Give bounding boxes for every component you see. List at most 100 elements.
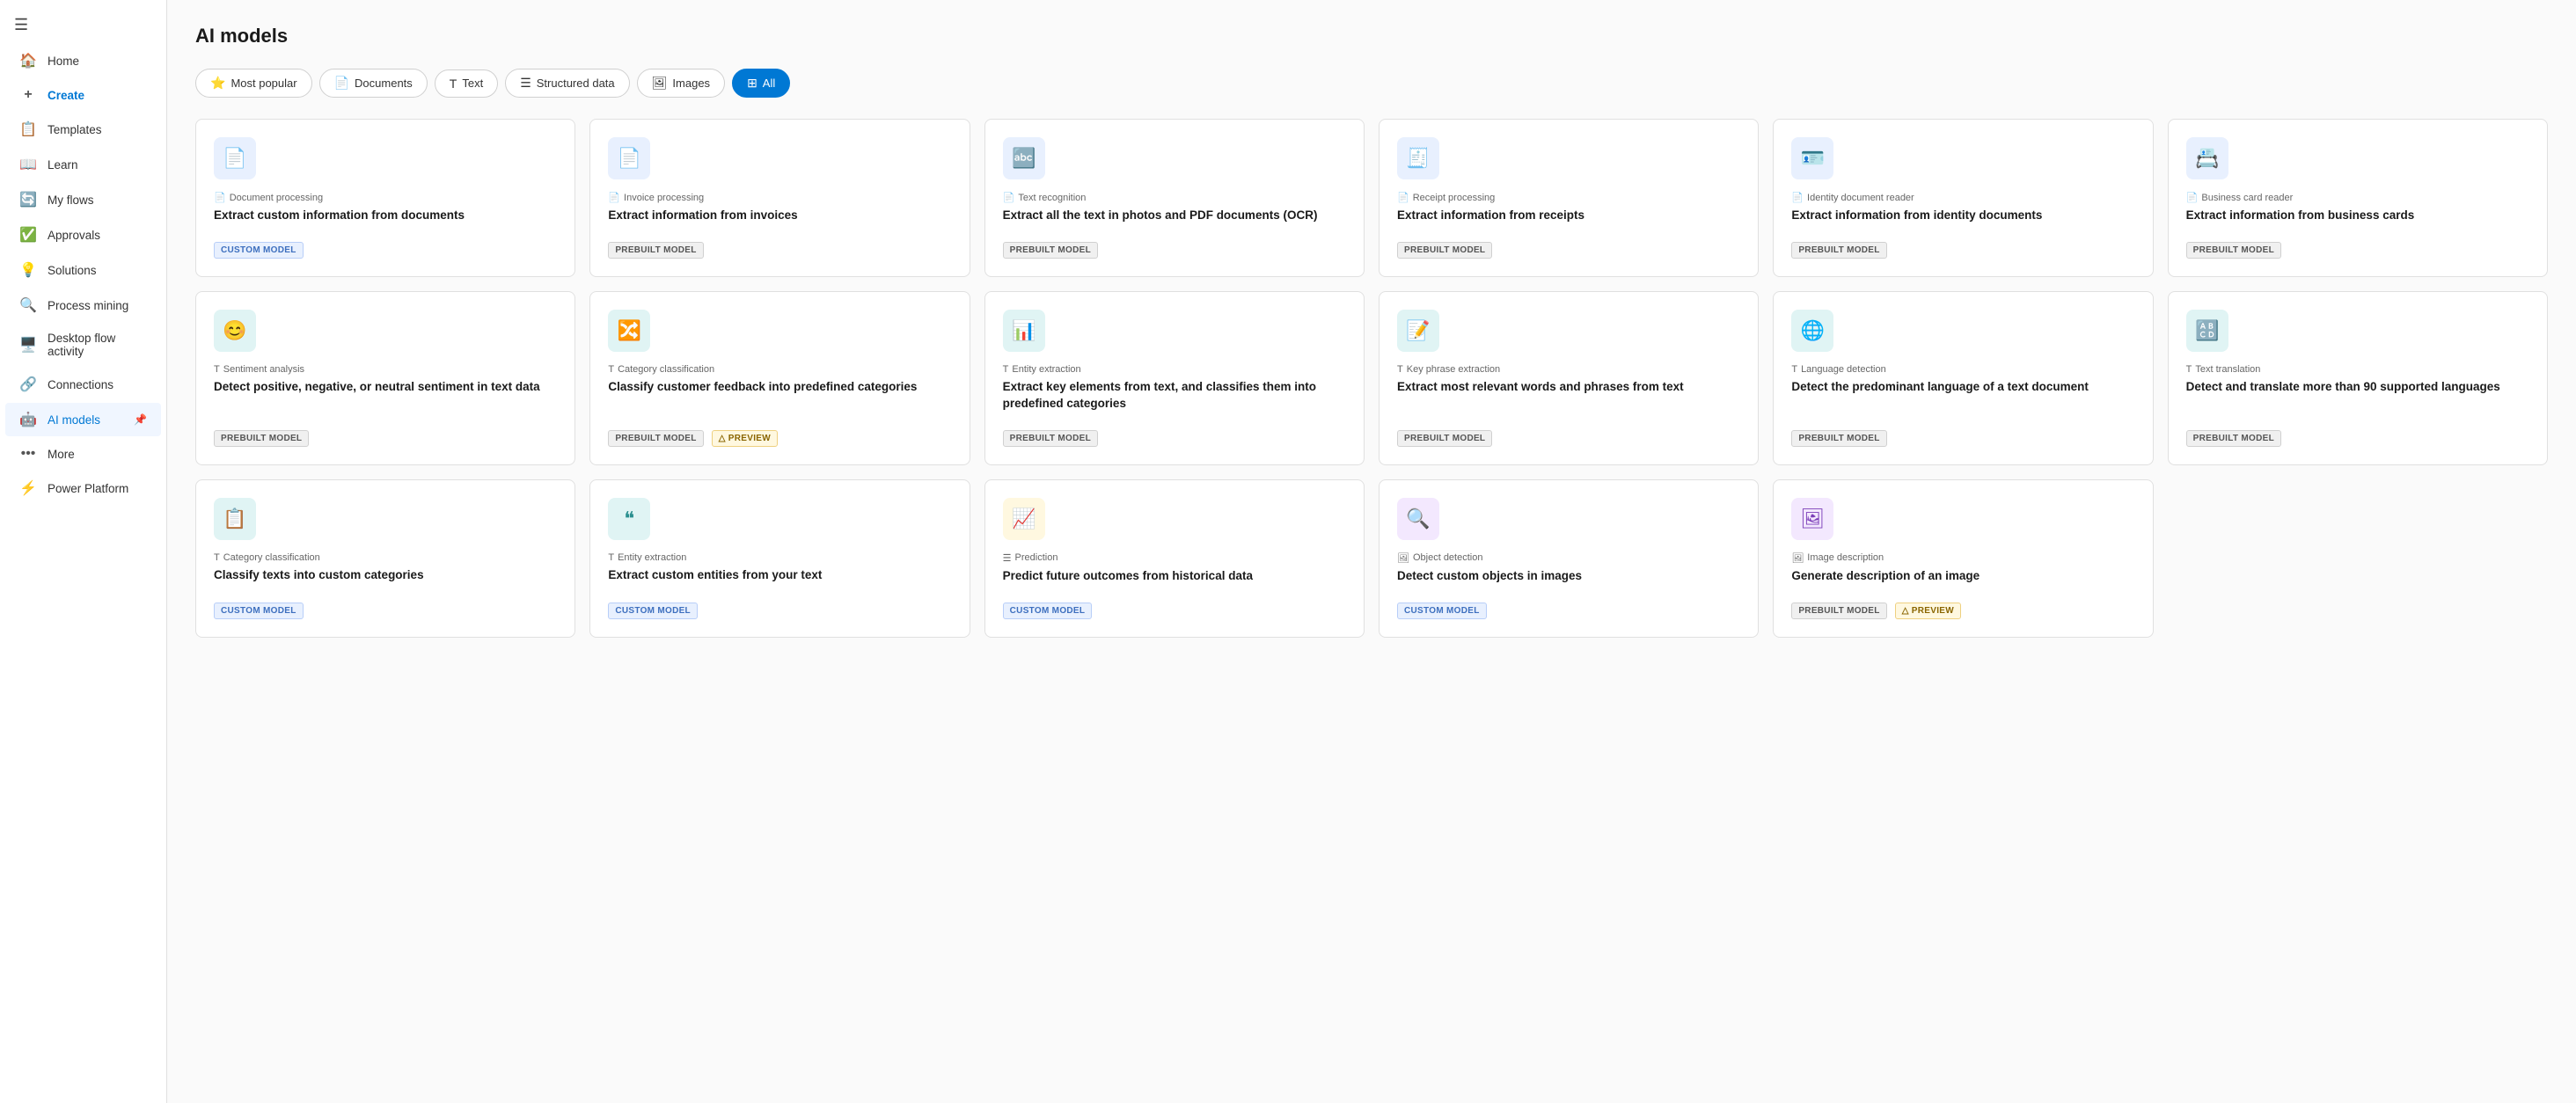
connections-icon: 🔗 bbox=[19, 376, 37, 393]
cat-icon-text-translation: T bbox=[2186, 364, 2192, 375]
cat-label-image-description: Image description bbox=[1807, 552, 1884, 563]
cat-icon-image-description: 🖼 bbox=[1791, 552, 1804, 564]
power-platform-icon: ⚡ bbox=[19, 479, 37, 497]
sidebar-item-process-mining[interactable]: 🔍Process mining bbox=[5, 289, 161, 322]
badge-custom-custom-category-classification: CUSTOM MODEL bbox=[214, 603, 304, 619]
cat-label-category-classification: Category classification bbox=[618, 364, 714, 375]
card-category-text-recognition: 📄Text recognition bbox=[1003, 192, 1346, 203]
cat-label-doc-processing: Document processing bbox=[230, 193, 323, 203]
card-sentiment-analysis[interactable]: 😊TSentiment analysisDetect positive, neg… bbox=[195, 291, 575, 465]
card-category-classification[interactable]: 🔀TCategory classificationClassify custom… bbox=[589, 291, 970, 465]
card-language-detection[interactable]: 🌐TLanguage detectionDetect the predomina… bbox=[1773, 291, 2153, 465]
filter-tab-label-documents: Documents bbox=[355, 77, 413, 90]
card-category-doc-processing: 📄Document processing bbox=[214, 192, 557, 203]
sidebar-item-create[interactable]: +Create bbox=[5, 79, 161, 111]
cat-label-text-translation: Text translation bbox=[2195, 364, 2260, 375]
card-custom-entity-extraction[interactable]: ❝TEntity extractionExtract custom entiti… bbox=[589, 479, 970, 638]
badges-row-business-card: PREBUILT MODEL bbox=[2186, 237, 2529, 259]
sidebar-item-label-templates: Templates bbox=[48, 123, 102, 136]
sidebar-item-approvals[interactable]: ✅Approvals bbox=[5, 218, 161, 252]
badges-row-language-detection: PREBUILT MODEL bbox=[1791, 425, 2134, 447]
cat-label-language-detection: Language detection bbox=[1801, 364, 1886, 375]
sentiment-analysis-icon: 😊 bbox=[214, 310, 256, 352]
filter-tab-images[interactable]: 🖼Images bbox=[637, 69, 725, 98]
sidebar-item-solutions[interactable]: 💡 Solutions bbox=[5, 253, 161, 287]
card-receipt-processing[interactable]: 🧾📄Receipt processingExtract information … bbox=[1379, 119, 1759, 277]
pin-icon: 📌 bbox=[134, 413, 147, 426]
card-category-invoice-processing: 📄Invoice processing bbox=[608, 192, 951, 203]
cat-label-object-detection: Object detection bbox=[1413, 552, 1483, 563]
filter-tab-documents[interactable]: 📄Documents bbox=[319, 69, 428, 98]
card-doc-processing[interactable]: 📄📄Document processingExtract custom info… bbox=[195, 119, 575, 277]
cat-icon-custom-category-classification: T bbox=[214, 552, 220, 563]
sidebar-item-label-process-mining: Process mining bbox=[48, 299, 128, 312]
card-entity-extraction[interactable]: 📊TEntity extractionExtract key elements … bbox=[984, 291, 1365, 465]
filter-tab-structured-data[interactable]: ☰Structured data bbox=[505, 69, 629, 98]
card-text-recognition[interactable]: 🔤📄Text recognitionExtract all the text i… bbox=[984, 119, 1365, 277]
badge-prebuilt-receipt-processing: PREBUILT MODEL bbox=[1397, 242, 1492, 259]
object-detection-icon: 🔍 bbox=[1397, 498, 1439, 540]
sidebar-item-label-connections: Connections bbox=[48, 378, 113, 391]
category-classification-icon: 🔀 bbox=[608, 310, 650, 352]
card-invoice-processing[interactable]: 📄📄Invoice processingExtract information … bbox=[589, 119, 970, 277]
sidebar-item-label-home: Home bbox=[48, 55, 79, 68]
badges-row-text-recognition: PREBUILT MODEL bbox=[1003, 237, 1346, 259]
card-object-detection[interactable]: 🔍🖼Object detectionDetect custom objects … bbox=[1379, 479, 1759, 638]
badge-prebuilt-identity-doc: PREBUILT MODEL bbox=[1791, 242, 1886, 259]
card-title-category-classification: Classify customer feedback into predefin… bbox=[608, 379, 951, 413]
cat-label-text-recognition: Text recognition bbox=[1018, 193, 1086, 203]
filter-tab-label-text: Text bbox=[462, 77, 483, 90]
sidebar-item-ai-models[interactable]: 🤖AI models📌 bbox=[5, 403, 161, 436]
key-phrase-icon: 📝 bbox=[1397, 310, 1439, 352]
hamburger-button[interactable]: ☰ bbox=[0, 7, 166, 43]
sidebar-item-label-solutions: Solutions bbox=[48, 264, 97, 277]
card-identity-doc[interactable]: 🪪📄Identity document readerExtract inform… bbox=[1773, 119, 2153, 277]
cat-icon-prediction: ☰ bbox=[1003, 552, 1012, 564]
cat-icon-sentiment-analysis: T bbox=[214, 364, 220, 375]
card-image-description[interactable]: 🖼🖼Image descriptionGenerate description … bbox=[1773, 479, 2153, 638]
sidebar-item-label-more: More bbox=[48, 448, 75, 461]
filter-tabs: ⭐Most popular📄DocumentsTText☰Structured … bbox=[195, 69, 2548, 98]
badge-custom-prediction: CUSTOM MODEL bbox=[1003, 603, 1093, 619]
sidebar-item-learn[interactable]: 📖Learn bbox=[5, 148, 161, 181]
cat-icon-invoice-processing: 📄 bbox=[608, 192, 620, 203]
sidebar-item-label-power-platform: Power Platform bbox=[48, 482, 128, 495]
sidebar-item-templates[interactable]: 📋Templates bbox=[5, 113, 161, 146]
filter-tab-label-structured-data: Structured data bbox=[537, 77, 615, 90]
badge-prebuilt-business-card: PREBUILT MODEL bbox=[2186, 242, 2281, 259]
filter-tab-all[interactable]: ⊞All bbox=[732, 69, 790, 98]
card-category-entity-extraction: TEntity extraction bbox=[1003, 364, 1346, 375]
filter-tab-most-popular[interactable]: ⭐Most popular bbox=[195, 69, 312, 98]
sidebar-item-power-platform[interactable]: ⚡ Power Platform bbox=[5, 471, 161, 505]
cat-label-prediction: Prediction bbox=[1015, 552, 1058, 563]
sidebar-item-desktop-flow[interactable]: 🖥️Desktop flow activity bbox=[5, 324, 161, 366]
sidebar-item-connections[interactable]: 🔗 Connections bbox=[5, 368, 161, 401]
card-custom-category-classification[interactable]: 📋TCategory classificationClassify texts … bbox=[195, 479, 575, 638]
card-business-card[interactable]: 📇📄Business card readerExtract informatio… bbox=[2168, 119, 2548, 277]
badges-row-invoice-processing: PREBUILT MODEL bbox=[608, 237, 951, 259]
sidebar-item-more[interactable]: •••More bbox=[5, 438, 161, 470]
card-key-phrase[interactable]: 📝TKey phrase extractionExtract most rele… bbox=[1379, 291, 1759, 465]
card-prediction[interactable]: 📈☰PredictionPredict future outcomes from… bbox=[984, 479, 1365, 638]
sidebar-item-home[interactable]: 🏠 Home bbox=[5, 44, 161, 77]
cat-icon-entity-extraction: T bbox=[1003, 364, 1009, 375]
approvals-icon: ✅ bbox=[19, 226, 37, 244]
card-category-object-detection: 🖼Object detection bbox=[1397, 552, 1740, 564]
card-text-translation[interactable]: 🔠TText translationDetect and translate m… bbox=[2168, 291, 2548, 465]
cat-label-custom-entity-extraction: Entity extraction bbox=[618, 552, 686, 563]
card-category-prediction: ☰Prediction bbox=[1003, 552, 1346, 564]
filter-tab-label-most-popular: Most popular bbox=[231, 77, 296, 90]
cards-grid: 📄📄Document processingExtract custom info… bbox=[195, 119, 2548, 638]
sidebar-item-my-flows[interactable]: 🔄My flows bbox=[5, 183, 161, 216]
solutions-icon: 💡 bbox=[19, 261, 37, 279]
filter-tab-text[interactable]: TText bbox=[435, 69, 498, 98]
language-detection-icon: 🌐 bbox=[1791, 310, 1833, 352]
badges-row-doc-processing: CUSTOM MODEL bbox=[214, 237, 557, 259]
badges-row-custom-entity-extraction: CUSTOM MODEL bbox=[608, 597, 951, 619]
sidebar-item-label-create: Create bbox=[48, 89, 84, 102]
home-icon: 🏠 bbox=[19, 52, 37, 69]
badges-row-text-translation: PREBUILT MODEL bbox=[2186, 425, 2529, 447]
card-title-image-description: Generate description of an image bbox=[1791, 568, 2134, 585]
badge-prebuilt-text-translation: PREBUILT MODEL bbox=[2186, 430, 2281, 447]
badge-prebuilt-language-detection: PREBUILT MODEL bbox=[1791, 430, 1886, 447]
